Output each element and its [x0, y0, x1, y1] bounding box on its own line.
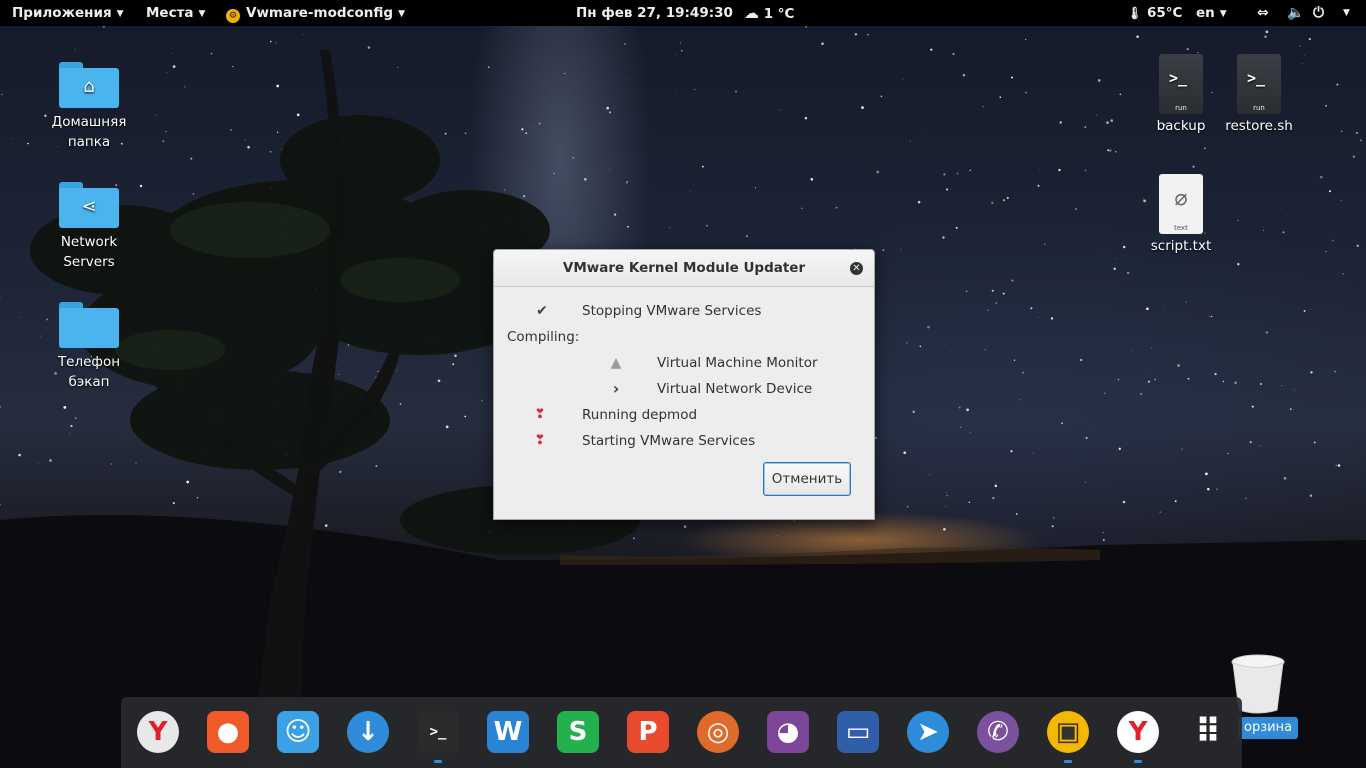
dock-item-remote-desktop[interactable]: ▭ — [837, 711, 879, 753]
finder-icon: ☺ — [277, 711, 319, 753]
dock-item-yandex-browser-2[interactable]: Y — [1117, 711, 1159, 753]
dock-item-app-grid[interactable]: ⠿ — [1187, 711, 1229, 753]
chevron-down-icon: ▼ — [1219, 9, 1227, 19]
dock-item-finder[interactable]: ☺ — [277, 711, 319, 753]
vmware-modconfig-icon: ⚙ — [226, 9, 240, 23]
step-vmm: Virtual Machine Monitor — [657, 355, 818, 371]
step-starting: Starting VMware Services — [582, 433, 756, 449]
weather-indicator[interactable]: ☁ 1 °C — [744, 0, 794, 26]
desktop-icon-label: script.txt — [1150, 238, 1212, 254]
script-icon: >_ run — [1237, 54, 1281, 114]
dock-item-yandex-browser[interactable]: Y — [137, 711, 179, 753]
network-icon[interactable]: ⇔ — [1257, 0, 1269, 26]
yandex-browser-icon: Y — [137, 711, 179, 753]
wps-spreadsheets-icon: S — [557, 711, 599, 753]
power-icon[interactable]: ⏻ — [1313, 0, 1324, 26]
desktop-icon-label: Network Servers — [60, 234, 118, 270]
dialog-title: VMware Kernel Module Updater — [562, 260, 806, 276]
dock-item-wps-presentation[interactable]: P — [627, 711, 669, 753]
vmware-updater-dialog: VMware Kernel Module Updater ✕ ✔ Stoppin… — [493, 249, 875, 520]
telegram-like-icon: ➤ — [907, 711, 949, 753]
step-depmod: Running depmod — [582, 407, 698, 423]
thermometer-icon: 🌡 — [1127, 6, 1143, 20]
paperclip-icon: ⌀ — [1174, 186, 1188, 211]
applications-menu[interactable]: Приложения ▼ — [12, 0, 124, 26]
wps-writer-icon: W — [487, 711, 529, 753]
dock: Y ● ☺ ↓ >_ W S P ◎ ◕ ▭ ➤ ✆ ▣ Y ⠿ — [121, 697, 1242, 768]
terminal-icon: >_ — [417, 711, 459, 753]
weather-label: 1 °C — [763, 6, 795, 22]
desktop-icon-script-txt[interactable]: ⌀ text script.txt — [1136, 174, 1226, 256]
app-menu[interactable]: ⚙ Vwmare-modconfig ▼ — [226, 0, 405, 26]
pending-icon: ❣ — [534, 433, 546, 448]
compiling-label: Compiling: — [507, 329, 580, 345]
chevron-down-icon: ▼ — [198, 9, 206, 19]
cancel-button[interactable]: Отменить — [763, 462, 851, 496]
dock-item-vmware[interactable]: ▣ — [1047, 711, 1089, 753]
running-indicator — [1134, 760, 1142, 763]
applications-label: Приложения — [12, 5, 112, 21]
dock-item-wps-writer[interactable]: W — [487, 711, 529, 753]
clock-label: Пн фев 27, 19:49:30 — [576, 5, 733, 21]
remote-desktop-icon: ▭ — [837, 711, 879, 753]
close-icon[interactable]: ✕ — [850, 262, 863, 275]
places-label: Места — [146, 5, 194, 21]
script-icon: >_ run — [1159, 54, 1203, 114]
dock-item-disk-utility[interactable]: ◎ — [697, 711, 739, 753]
places-menu[interactable]: Места ▼ — [146, 0, 205, 26]
desktop-icon-restore[interactable]: >_ run restore.sh — [1214, 54, 1304, 136]
desktop-icon-label: backup — [1156, 118, 1206, 134]
chevron-down-icon[interactable]: ▼ — [1343, 0, 1350, 26]
dock-item-screenshot[interactable]: ● — [207, 711, 249, 753]
chevron-down-icon: ▼ — [398, 9, 405, 19]
desktop-icon-label: Телефон бэкап — [57, 354, 121, 390]
dock-item-wps-spreadsheets[interactable]: S — [557, 711, 599, 753]
app-menu-label: Vwmare-modconfig — [246, 5, 394, 21]
dock-item-terminal[interactable]: >_ — [417, 711, 459, 753]
dock-item-viber[interactable]: ✆ — [977, 711, 1019, 753]
folder-home-icon: ⌂ — [59, 62, 119, 108]
dock-item-downloader[interactable]: ↓ — [347, 711, 389, 753]
dock-item-telegram-like[interactable]: ➤ — [907, 711, 949, 753]
screenshot-icon: ● — [207, 711, 249, 753]
app-grid-icon: ⠿ — [1194, 712, 1222, 752]
warning-icon: ▲ — [610, 355, 622, 371]
clock[interactable]: Пн фев 27, 19:49:30 — [576, 0, 733, 26]
pending-icon: ❣ — [534, 407, 546, 422]
desktop-icon-phone-backup[interactable]: Телефон бэкап — [44, 302, 134, 392]
desktop-icon-home[interactable]: ⌂ Домашняя папка — [44, 62, 134, 152]
folder-icon — [59, 302, 119, 348]
step-stopping: Stopping VMware Services — [582, 303, 762, 319]
cloud-icon: ☁ — [744, 4, 759, 22]
step-vnd: Virtual Network Device — [657, 381, 813, 397]
desktop-icon-network-servers[interactable]: ⋖ Network Servers — [44, 182, 134, 272]
text-file-icon: ⌀ text — [1159, 174, 1203, 234]
language-label: en — [1196, 5, 1215, 21]
disk-utility-icon: ◎ — [697, 711, 739, 753]
wps-presentation-icon: P — [627, 711, 669, 753]
dock-item-tor-browser[interactable]: ◕ — [767, 711, 809, 753]
yandex-browser-2-icon: Y — [1117, 711, 1159, 753]
desktop-icon-label: Домашняя папка — [51, 114, 127, 150]
checkmark-icon: ✔ — [536, 303, 548, 319]
running-indicator — [1064, 760, 1072, 763]
running-indicator — [434, 760, 442, 763]
volume-icon[interactable]: 🔈 — [1287, 0, 1304, 26]
desktop-icon-backup[interactable]: >_ run backup — [1136, 54, 1226, 136]
downloader-icon: ↓ — [347, 711, 389, 753]
trash-label[interactable]: орзина — [1238, 717, 1299, 739]
chevron-down-icon: ▼ — [116, 9, 124, 19]
tor-browser-icon: ◕ — [767, 711, 809, 753]
desktop-icon-label: restore.sh — [1225, 118, 1293, 134]
chevron-right-icon: › — [612, 379, 620, 398]
cpu-temperature[interactable]: 🌡 65°C — [1127, 0, 1182, 26]
language-indicator[interactable]: en ▼ — [1196, 0, 1227, 26]
temperature-label: 65°C — [1146, 5, 1183, 21]
vmware-icon: ▣ — [1047, 711, 1089, 753]
viber-icon: ✆ — [977, 711, 1019, 753]
dialog-header: VMware Kernel Module Updater ✕ — [494, 250, 874, 287]
folder-network-icon: ⋖ — [59, 182, 119, 228]
top-bar: Приложения ▼ Места ▼ ⚙ Vwmare-modconfig ▼ Пн… — [0, 0, 1366, 26]
